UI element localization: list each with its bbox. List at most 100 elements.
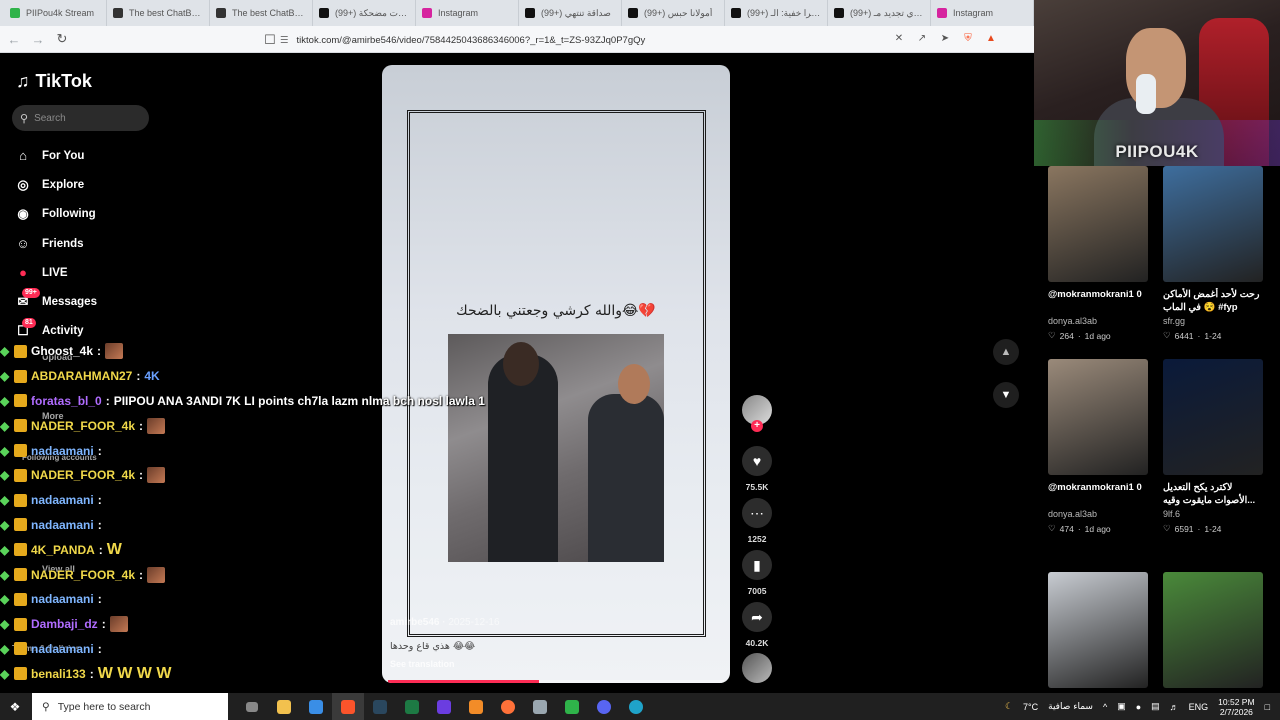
site-info-icon[interactable]: ☰ [280,35,289,46]
chat-emote [105,343,124,360]
weather-temp[interactable]: 7°C [1023,702,1038,712]
microphone-tray-icon[interactable]: ● [1136,702,1141,712]
steam-icon[interactable] [364,693,396,720]
feed-thumbnail[interactable] [1163,359,1263,475]
sidebar-item-label: Following [42,208,96,221]
network-icon[interactable]: ▤ [1151,701,1160,712]
taskbar-search-input[interactable]: ⚲ Type here to search [32,693,228,720]
microphone [1136,74,1156,114]
language-indicator[interactable]: ENG [1189,702,1209,712]
feed-card[interactable]: رحت لأحد أغمض الأماكن في الماب 😵 #fyp sfr… [1163,166,1263,341]
comment-action[interactable]: ⋯ 1252 [739,498,775,544]
address-bar: ← → ↻ ☐ ☰ tiktok.com/@amirbe546/video/75… [0,26,1034,53]
app-purple-icon[interactable] [428,693,460,720]
reload-icon[interactable]: ↻ [52,29,72,49]
badge-icon [14,493,27,507]
brave-shield-icon[interactable]: ⛨ [961,31,975,45]
chat-username: nadaamani [31,517,94,532]
save-action[interactable]: ▮ 7005 [739,550,775,596]
app-gray-icon[interactable] [524,693,556,720]
like-action[interactable]: ♥ 75.5K [739,446,775,492]
translate-icon[interactable]: ✕ [892,31,906,45]
badge-icon [14,617,27,631]
volume-icon[interactable]: ♬ [1170,702,1179,712]
search-input[interactable]: ⚲ Search [12,105,149,131]
next-video-button[interactable]: ▼ [993,382,1019,408]
visual-studio-code-icon[interactable] [300,693,332,720]
browser-tab[interactable]: (99+) أمولانا حبس [622,0,725,26]
chat-message: ◆ Dambaji_dz: [0,612,520,637]
sidebar-nav: ⌂ For You ◎ Explore ◉ Following ☺ Friends ● LIVE ✉… [14,141,164,346]
open-external-icon[interactable]: ↗ [915,31,929,45]
task-view-icon[interactable] [236,693,268,720]
sidebar-item-live[interactable]: ● LIVE [14,258,164,287]
feed-thumbnail[interactable] [1048,166,1148,282]
feed-card[interactable] [1163,572,1263,688]
notifications-icon[interactable]: □ [1265,702,1270,712]
back-icon[interactable]: ← [4,29,24,49]
vip-diamond-icon: ◆ [0,567,10,582]
discord-icon[interactable] [588,693,620,720]
bookmark-icon[interactable]: ☐ [260,30,280,50]
excel-icon[interactable] [396,693,428,720]
chat-username: Ghoost_4k [31,344,94,359]
sidebar-item-explore[interactable]: ◎ Explore [14,170,164,199]
feed-thumbnail[interactable] [1048,572,1148,688]
tray-overflow-icon[interactable]: ^ [1103,702,1107,712]
sidebar-item-messages[interactable]: ✉ Messages 99+ [14,287,164,316]
chat-username: NADER_FOOR_4k [31,418,136,433]
badge-icon [14,344,27,358]
feed-card-title: لاكترد يكح التعديل الأصوات مايقوت وقيه..… [1163,482,1256,506]
follow-plus-icon[interactable]: + [751,420,763,432]
app-firefox-icon[interactable] [492,693,524,720]
search-icon: ⚲ [20,112,29,125]
browser-tab[interactable]: (99+) احدي تجديد مـ [828,0,931,26]
meta-separator: · [1077,523,1081,534]
browser-tab[interactable]: Instagram [931,0,1034,26]
chat-message: ◆ NADER_FOOR_4k: [0,562,520,587]
feed-card[interactable]: @mokranmokrani1 0 donya.al3ab ♡ 264 · 1d ago [1048,166,1148,341]
chat-separator: : [97,493,102,508]
brave-browser-icon[interactable] [332,693,364,720]
feed-thumbnail[interactable] [1163,166,1263,282]
tray-app-icon[interactable]: ▣ [1117,701,1126,712]
vip-diamond-icon: ◆ [0,517,10,532]
clock[interactable]: 10:52 PM 2/7/2026 [1218,697,1254,717]
browser-tab[interactable]: (99+) صداقة تنتهي [519,0,622,26]
browser-tab[interactable]: (99+) كاميرا خفية: الـ [725,0,828,26]
sidebar-item-friends[interactable]: ☺ Friends [14,229,164,258]
sidebar-item-for-you[interactable]: ⌂ For You [14,141,164,170]
sidebar-item-label: Messages [42,296,97,309]
feed-thumbnail[interactable] [1163,572,1263,688]
chat-username: nadaamani [31,592,94,607]
browser-tab[interactable]: PIIPou4k Stream [4,0,107,26]
tab-favicon-icon [731,8,741,18]
tiktok-logo[interactable]: ♫ TikTok [16,71,92,92]
feed-thumbnail[interactable] [1048,359,1148,475]
sidebar-item-following[interactable]: ◉ Following [14,200,164,229]
previous-video-button[interactable]: ▲ [993,339,1019,365]
sound-disc-avatar[interactable] [742,653,772,683]
browser-tab[interactable]: Instagram [416,0,519,26]
brave-rewards-icon[interactable]: ▲ [984,31,998,45]
feed-card[interactable]: لاكترد يكح التعديل الأصوات مايقوت وقيه..… [1163,359,1263,534]
url-field[interactable]: ☰ tiktok.com/@amirbe546/video/7584425043… [280,32,880,48]
feed-card-likes: 6441 [1174,330,1194,341]
browser-tab[interactable]: (99+) فيديوهات مضحكة [313,0,416,26]
feed-card[interactable] [1048,572,1148,688]
chat-message: ◆ nadaamani: [0,513,520,538]
feed-card-date: 1d ago [1084,330,1111,341]
file-explorer-icon[interactable] [268,693,300,720]
app-orange-icon[interactable] [460,693,492,720]
edge-icon[interactable] [620,693,652,720]
feed-card[interactable]: @mokranmokrani1 0 donya.al3ab ♡ 474 · 1d ago [1048,359,1148,534]
compass-icon: ◎ [17,176,29,192]
share-icon[interactable]: ➤ [938,31,952,45]
share-action[interactable]: ➦ 40.2K [739,602,775,648]
windows-start-icon[interactable]: ❖ [0,693,30,720]
app-green-icon[interactable] [556,693,588,720]
forward-icon[interactable]: → [28,29,48,49]
browser-tab[interactable]: The best ChatBot ai [210,0,313,26]
browser-tab[interactable]: The best ChatBot ai [107,0,210,26]
badge-icon [14,394,27,408]
